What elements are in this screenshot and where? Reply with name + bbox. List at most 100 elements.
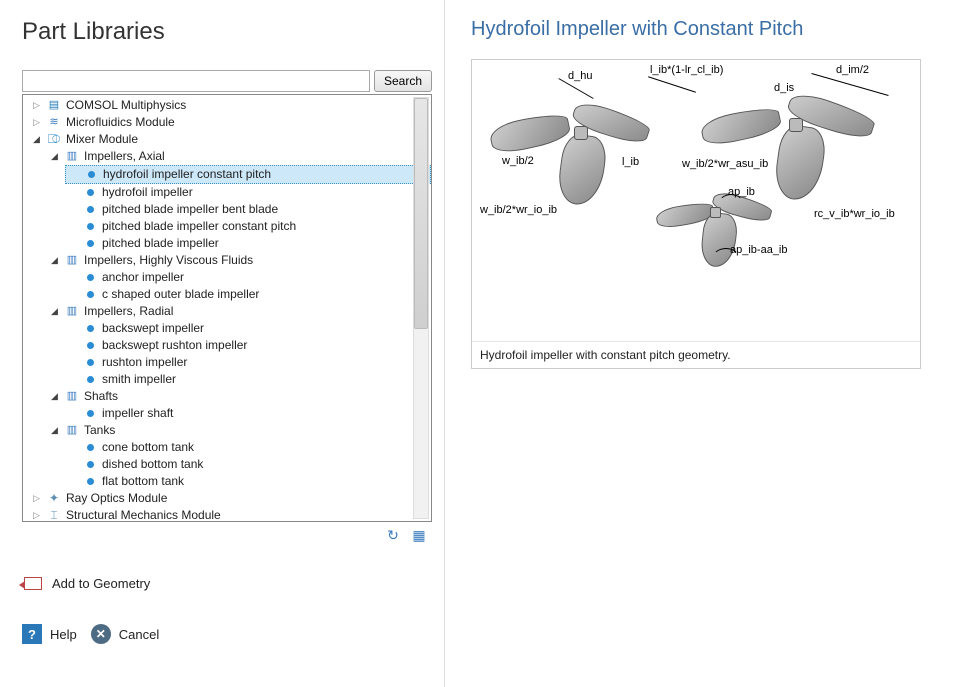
scrollbar-thumb[interactable]	[414, 98, 428, 329]
tree-item-label[interactable]: Impellers, Axial	[84, 148, 165, 165]
refresh-icon[interactable]: ↻	[384, 526, 402, 544]
tree-item[interactable]: anchor impeller	[65, 269, 431, 286]
annotation: l_ib*(1-lr_cl_ib)	[650, 64, 723, 76]
module-icon: ⌶	[46, 509, 62, 523]
tree-item-label: pitched blade impeller bent blade	[102, 201, 278, 218]
tree-item-label[interactable]: Ray Optics Module	[66, 490, 167, 507]
tree-item-label: flat bottom tank	[102, 473, 184, 490]
collapse-icon[interactable]	[49, 425, 60, 436]
tree-item[interactable]: pitched blade impeller	[65, 235, 431, 252]
tree-item-selected[interactable]: hydrofoil impeller constant pitch	[65, 165, 431, 184]
module-icon: ⎄	[46, 133, 62, 147]
tree-item[interactable]: hydrofoil impeller	[65, 184, 431, 201]
preview-box: d_hu w_ib/2 l_ib w_ib/2*wr_io_ib l_ib*(1…	[471, 59, 921, 369]
annotation: d_hu	[568, 70, 592, 82]
bullet-icon	[82, 322, 98, 336]
tree-toolbar: ↻ ▦	[22, 522, 432, 544]
tree-item[interactable]: cone bottom tank	[65, 439, 431, 456]
annotation: w_ib/2*wr_io_ib	[480, 204, 557, 216]
footer-actions: ? Help ✕ Cancel	[22, 624, 432, 644]
tree-item[interactable]: smith impeller	[65, 371, 431, 388]
add-to-geometry-row[interactable]: Add to Geometry	[22, 574, 432, 592]
tree-item[interactable]: pitched blade impeller constant pitch	[65, 218, 431, 235]
search-button[interactable]: Search	[374, 70, 432, 92]
cancel-label[interactable]: Cancel	[119, 627, 159, 642]
tree-item[interactable]: impeller shaft	[65, 405, 431, 422]
tree-item-label[interactable]: COMSOL Multiphysics	[66, 97, 186, 114]
bullet-icon	[82, 186, 98, 200]
expand-icon[interactable]	[31, 100, 42, 111]
tree-item[interactable]: c shaped outer blade impeller	[65, 286, 431, 303]
tree-item-label[interactable]: Impellers, Highly Viscous Fluids	[84, 252, 253, 269]
tree-item-label: smith impeller	[102, 371, 176, 388]
annotation: d_is	[774, 82, 794, 94]
tree-item-label[interactable]: Tanks	[84, 422, 115, 439]
bullet-icon	[82, 441, 98, 455]
tree-item-label[interactable]: Shafts	[84, 388, 118, 405]
tree-item-label: backswept impeller	[102, 320, 204, 337]
collapse-icon[interactable]	[31, 134, 42, 145]
left-panel: Part Libraries Search COMSOL Multiphysic…	[0, 0, 445, 687]
annotation: w_ib/2*wr_asu_ib	[682, 158, 768, 170]
tree-item-label[interactable]: Mixer Module	[66, 131, 138, 148]
add-to-geometry-label: Add to Geometry	[52, 576, 150, 591]
category-icon	[64, 254, 80, 268]
tree-container: COMSOL Multiphysics Microfluidics Module…	[22, 94, 432, 522]
tree-item[interactable]: rushton impeller	[65, 354, 431, 371]
category-icon	[64, 424, 80, 438]
add-to-geometry-icon	[22, 574, 44, 592]
collapse-icon[interactable]	[49, 391, 60, 402]
annotation: d_im/2	[836, 64, 869, 76]
bullet-icon	[83, 168, 99, 182]
bullet-icon	[82, 475, 98, 489]
bullet-icon	[82, 237, 98, 251]
tree-item-label: rushton impeller	[102, 354, 187, 371]
tree-item-label: backswept rushton impeller	[102, 337, 247, 354]
help-label[interactable]: Help	[50, 627, 77, 642]
expand-icon[interactable]	[31, 117, 42, 128]
tree-item-label: pitched blade impeller constant pitch	[102, 218, 296, 235]
tree-item-label: dished bottom tank	[102, 456, 203, 473]
tree-item[interactable]: pitched blade impeller bent blade	[65, 201, 431, 218]
tree-item-label: impeller shaft	[102, 405, 173, 422]
bullet-icon	[82, 458, 98, 472]
scrollbar[interactable]	[413, 97, 429, 519]
help-icon[interactable]: ?	[22, 624, 42, 644]
tree-item[interactable]: backswept rushton impeller	[65, 337, 431, 354]
module-icon	[46, 116, 62, 130]
bullet-icon	[82, 373, 98, 387]
diagram: d_hu w_ib/2 l_ib w_ib/2*wr_io_ib l_ib*(1…	[472, 60, 920, 342]
expand-icon[interactable]	[31, 510, 42, 521]
grid-toggle-icon[interactable]: ▦	[410, 526, 428, 544]
tree-item-label: cone bottom tank	[102, 439, 194, 456]
collapse-icon[interactable]	[49, 151, 60, 162]
hub-icon	[789, 118, 803, 132]
module-icon: ✦	[46, 492, 62, 506]
bullet-icon	[82, 220, 98, 234]
page-title: Part Libraries	[22, 18, 432, 46]
tree-item-label[interactable]: Microfluidics Module	[66, 114, 175, 131]
library-tree[interactable]: COMSOL Multiphysics Microfluidics Module…	[23, 97, 431, 522]
preview-description: Hydrofoil impeller with constant pitch g…	[472, 342, 920, 368]
collapse-icon[interactable]	[49, 306, 60, 317]
collapse-icon[interactable]	[49, 255, 60, 266]
tree-item-label: hydrofoil impeller constant pitch	[103, 166, 271, 183]
right-panel: Hydrofoil Impeller with Constant Pitch d…	[445, 0, 965, 687]
bullet-icon	[82, 356, 98, 370]
tree-item-label: hydrofoil impeller	[102, 184, 193, 201]
hub-icon	[574, 126, 588, 140]
tree-item-label: anchor impeller	[102, 269, 184, 286]
annotation: l_ib	[622, 156, 639, 168]
tree-item[interactable]: flat bottom tank	[65, 473, 431, 490]
category-icon	[64, 305, 80, 319]
tree-item[interactable]: backswept impeller	[65, 320, 431, 337]
tree-item-label[interactable]: Impellers, Radial	[84, 303, 173, 320]
bullet-icon	[82, 339, 98, 353]
category-icon	[64, 390, 80, 404]
tree-item-label[interactable]: Structural Mechanics Module	[66, 507, 221, 522]
cancel-icon[interactable]: ✕	[91, 624, 111, 644]
tree-item[interactable]: dished bottom tank	[65, 456, 431, 473]
expand-icon[interactable]	[31, 493, 42, 504]
search-input[interactable]	[22, 70, 370, 92]
bullet-icon	[82, 271, 98, 285]
